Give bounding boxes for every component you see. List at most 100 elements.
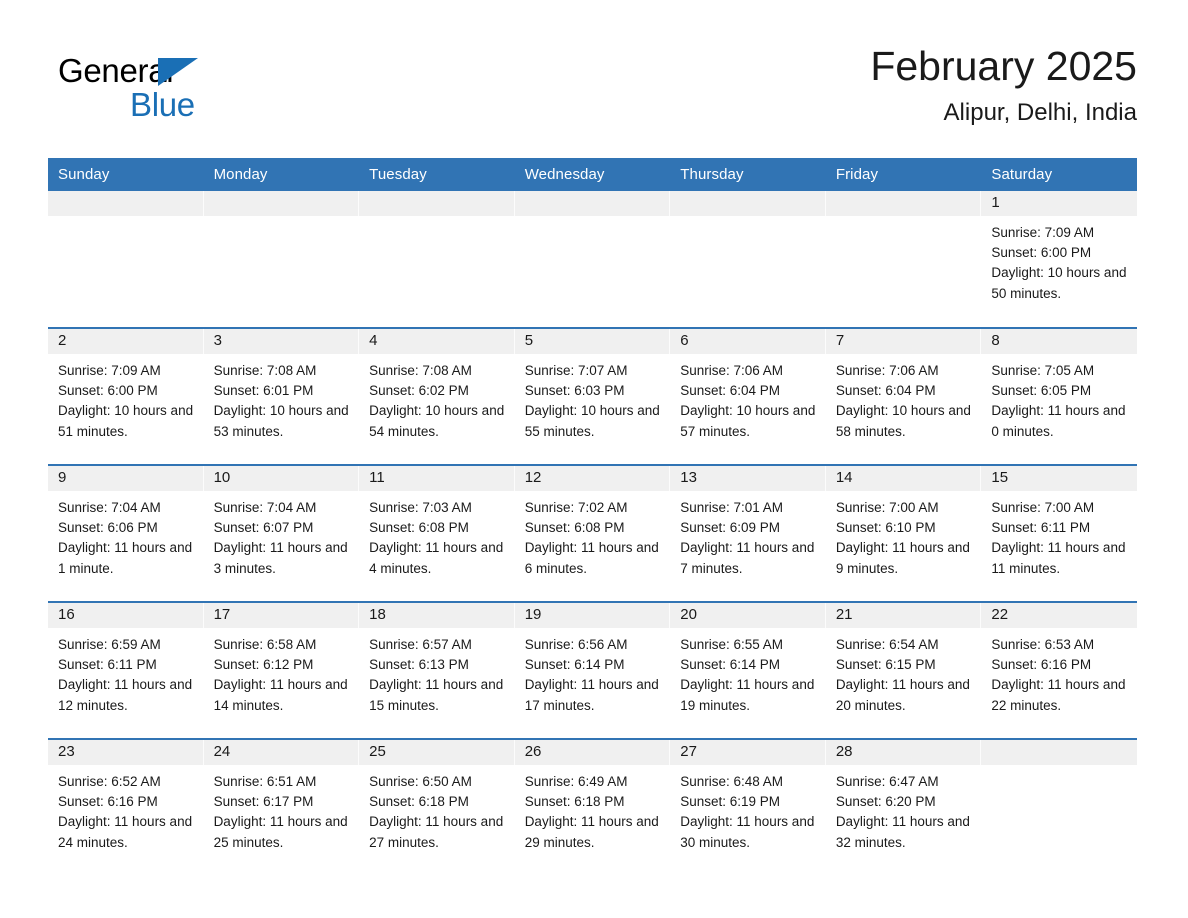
daylight-text: Daylight: 10 hours and 51 minutes. xyxy=(58,403,194,439)
sunrise-text: Sunrise: 6:49 AM xyxy=(524,774,628,789)
daylight-text: Daylight: 11 hours and 4 minutes. xyxy=(369,540,504,576)
day-details: Sunrise: 7:08 AM Sunset: 6:02 PM Dayligh… xyxy=(359,354,515,442)
sunset-text: Sunset: 6:14 PM xyxy=(524,657,625,673)
day-cell[interactable] xyxy=(359,191,515,328)
sunset-text: Sunset: 6:13 PM xyxy=(369,657,469,673)
sunset-text: Sunset: 6:18 PM xyxy=(369,794,469,810)
day-cell[interactable] xyxy=(514,191,671,328)
day-cell[interactable]: 7 Sunrise: 7:06 AM Sunset: 6:04 PM Dayli… xyxy=(825,327,982,465)
day-cell[interactable]: 11 Sunrise: 7:03 AM Sunset: 6:08 PM Dayl… xyxy=(359,464,515,602)
sunrise-text: Sunrise: 6:58 AM xyxy=(213,637,317,652)
day-number xyxy=(48,191,204,216)
day-cell[interactable] xyxy=(670,191,826,328)
weekday-header-saturday: Saturday xyxy=(981,158,1137,191)
sunset-text: Sunset: 6:03 PM xyxy=(524,383,625,399)
sunset-text: Sunset: 6:17 PM xyxy=(213,794,314,810)
sunrise-text: Sunrise: 7:06 AM xyxy=(680,363,784,378)
day-cell[interactable]: 14 Sunrise: 7:00 AM Sunset: 6:10 PM Dayl… xyxy=(825,464,982,602)
day-details: Sunrise: 7:00 AM Sunset: 6:10 PM Dayligh… xyxy=(826,491,982,579)
daylight-text: Daylight: 11 hours and 6 minutes. xyxy=(524,540,659,576)
sunset-text: Sunset: 6:18 PM xyxy=(524,794,625,810)
day-number: 6 xyxy=(670,329,826,354)
sunset-text: Sunset: 6:00 PM xyxy=(58,383,158,399)
day-cell[interactable]: 24 Sunrise: 6:51 AM Sunset: 6:17 PM Dayl… xyxy=(203,738,360,875)
day-details: Sunrise: 7:04 AM Sunset: 6:07 PM Dayligh… xyxy=(204,491,360,579)
day-number: 7 xyxy=(825,329,982,354)
location-subtitle: Alipur, Delhi, India xyxy=(943,99,1137,126)
daylight-text: Daylight: 11 hours and 27 minutes. xyxy=(369,814,504,850)
day-cell[interactable]: 2 Sunrise: 7:09 AM Sunset: 6:00 PM Dayli… xyxy=(48,327,204,465)
day-number: 10 xyxy=(203,466,360,491)
sunrise-text: Sunrise: 7:00 AM xyxy=(835,500,939,515)
daylight-text: Daylight: 11 hours and 17 minutes. xyxy=(524,677,659,713)
daylight-text: Daylight: 10 hours and 53 minutes. xyxy=(213,403,349,439)
day-details: Sunrise: 7:05 AM Sunset: 6:05 PM Dayligh… xyxy=(981,354,1137,442)
day-details: Sunrise: 7:06 AM Sunset: 6:04 PM Dayligh… xyxy=(670,354,826,442)
day-details: Sunrise: 7:09 AM Sunset: 6:00 PM Dayligh… xyxy=(48,354,204,442)
day-cell[interactable] xyxy=(48,191,204,328)
day-cell[interactable]: 10 Sunrise: 7:04 AM Sunset: 6:07 PM Dayl… xyxy=(203,464,360,602)
page-title: February 2025 xyxy=(870,43,1137,89)
day-cell[interactable]: 16 Sunrise: 6:59 AM Sunset: 6:11 PM Dayl… xyxy=(48,601,204,739)
sunset-text: Sunset: 6:08 PM xyxy=(524,520,625,536)
day-number: 23 xyxy=(48,740,204,765)
day-cell[interactable]: 21 Sunrise: 6:54 AM Sunset: 6:15 PM Dayl… xyxy=(825,601,982,739)
sunset-text: Sunset: 6:09 PM xyxy=(680,520,781,536)
daylight-text: Daylight: 11 hours and 22 minutes. xyxy=(991,677,1126,713)
calendar-week-row: 9 Sunrise: 7:04 AM Sunset: 6:06 PM Dayli… xyxy=(48,464,1137,602)
day-cell[interactable]: 6 Sunrise: 7:06 AM Sunset: 6:04 PM Dayli… xyxy=(670,327,826,465)
day-cell[interactable]: 18 Sunrise: 6:57 AM Sunset: 6:13 PM Dayl… xyxy=(359,601,515,739)
day-number xyxy=(981,740,1137,765)
day-cell[interactable]: 8 Sunrise: 7:05 AM Sunset: 6:05 PM Dayli… xyxy=(981,327,1137,465)
day-number xyxy=(514,191,671,216)
sunrise-text: Sunrise: 6:50 AM xyxy=(369,774,472,789)
day-cell[interactable]: 28 Sunrise: 6:47 AM Sunset: 6:20 PM Dayl… xyxy=(825,738,982,875)
sunset-text: Sunset: 6:14 PM xyxy=(680,657,781,673)
day-details: Sunrise: 7:00 AM Sunset: 6:11 PM Dayligh… xyxy=(981,491,1137,579)
day-number: 17 xyxy=(203,603,360,628)
day-cell[interactable]: 20 Sunrise: 6:55 AM Sunset: 6:14 PM Dayl… xyxy=(670,601,826,739)
day-cell[interactable]: 22 Sunrise: 6:53 AM Sunset: 6:16 PM Dayl… xyxy=(981,601,1137,739)
day-cell[interactable]: 5 Sunrise: 7:07 AM Sunset: 6:03 PM Dayli… xyxy=(514,327,671,465)
sunrise-text: Sunrise: 7:08 AM xyxy=(369,363,472,378)
sunrise-text: Sunrise: 6:54 AM xyxy=(835,637,939,652)
day-details: Sunrise: 6:54 AM Sunset: 6:15 PM Dayligh… xyxy=(826,628,982,716)
day-cell[interactable]: 12 Sunrise: 7:02 AM Sunset: 6:08 PM Dayl… xyxy=(514,464,671,602)
day-cell[interactable] xyxy=(203,191,360,328)
day-cell[interactable]: 4 Sunrise: 7:08 AM Sunset: 6:02 PM Dayli… xyxy=(359,327,515,465)
sunset-text: Sunset: 6:00 PM xyxy=(991,245,1092,261)
day-cell[interactable]: 3 Sunrise: 7:08 AM Sunset: 6:01 PM Dayli… xyxy=(203,327,360,465)
weekday-header-sunday: Sunday xyxy=(48,158,204,191)
day-cell[interactable]: 1 Sunrise: 7:09 AM Sunset: 6:00 PM Dayli… xyxy=(981,191,1137,328)
day-cell[interactable]: 13 Sunrise: 7:01 AM Sunset: 6:09 PM Dayl… xyxy=(670,464,826,602)
day-cell[interactable]: 27 Sunrise: 6:48 AM Sunset: 6:19 PM Dayl… xyxy=(670,738,826,875)
day-cell[interactable]: 26 Sunrise: 6:49 AM Sunset: 6:18 PM Dayl… xyxy=(514,738,671,875)
sunrise-text: Sunrise: 7:01 AM xyxy=(680,500,784,515)
calendar-page: General Blue February 2025 Alipur, Delhi… xyxy=(0,0,1188,918)
calendar-week-row: 1 Sunrise: 7:09 AM Sunset: 6:00 PM Dayli… xyxy=(48,191,1137,328)
sunset-text: Sunset: 6:16 PM xyxy=(58,794,158,810)
day-cell[interactable]: 17 Sunrise: 6:58 AM Sunset: 6:12 PM Dayl… xyxy=(203,601,360,739)
general-blue-logo: General Blue xyxy=(58,52,278,130)
sunrise-text: Sunrise: 7:07 AM xyxy=(524,363,628,378)
day-cell[interactable]: 15 Sunrise: 7:00 AM Sunset: 6:11 PM Dayl… xyxy=(981,464,1137,602)
day-cell[interactable]: 23 Sunrise: 6:52 AM Sunset: 6:16 PM Dayl… xyxy=(48,738,204,875)
day-cell[interactable] xyxy=(825,191,982,328)
sunrise-text: Sunrise: 6:59 AM xyxy=(58,637,161,652)
day-number: 2 xyxy=(48,329,204,354)
day-cell[interactable]: 25 Sunrise: 6:50 AM Sunset: 6:18 PM Dayl… xyxy=(359,738,515,875)
logo-triangle-icon xyxy=(158,58,198,86)
calendar-table: Sunday Monday Tuesday Wednesday Thursday… xyxy=(48,158,1137,875)
sunrise-text: Sunrise: 7:09 AM xyxy=(58,363,161,378)
daylight-text: Daylight: 11 hours and 12 minutes. xyxy=(58,677,193,713)
day-details: Sunrise: 6:50 AM Sunset: 6:18 PM Dayligh… xyxy=(359,765,515,853)
logo-text-general: General xyxy=(58,52,174,89)
day-details: Sunrise: 6:52 AM Sunset: 6:16 PM Dayligh… xyxy=(48,765,204,853)
day-cell[interactable]: 9 Sunrise: 7:04 AM Sunset: 6:06 PM Dayli… xyxy=(48,464,204,602)
day-cell[interactable] xyxy=(981,738,1137,875)
sunset-text: Sunset: 6:15 PM xyxy=(835,657,936,673)
day-cell[interactable]: 19 Sunrise: 6:56 AM Sunset: 6:14 PM Dayl… xyxy=(514,601,671,739)
sunrise-text: Sunrise: 6:47 AM xyxy=(835,774,939,789)
day-details: Sunrise: 6:57 AM Sunset: 6:13 PM Dayligh… xyxy=(359,628,515,716)
daylight-text: Daylight: 11 hours and 3 minutes. xyxy=(213,540,348,576)
